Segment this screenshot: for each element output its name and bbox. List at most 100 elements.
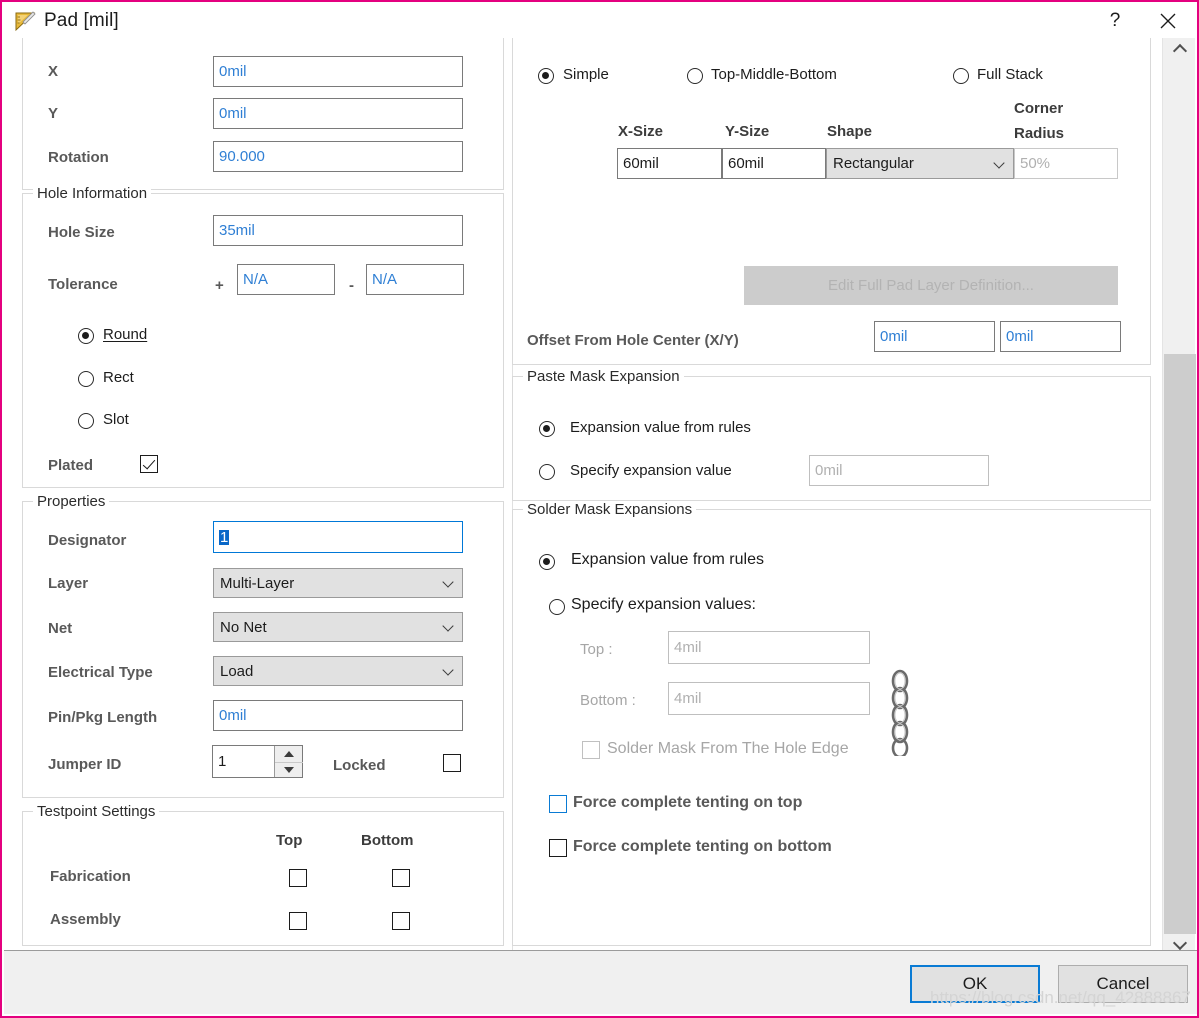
column-header-x-size: X-Size (618, 123, 664, 140)
size-mode-label-full-stack: Full Stack (977, 66, 1043, 83)
pin-pkg-length-label: Pin/Pkg Length (48, 709, 158, 726)
ruler-triangle-icon (14, 10, 36, 32)
testpoint-settings-legend: Testpoint Settings (33, 803, 160, 820)
jumper-id-decrement-button[interactable] (275, 761, 303, 778)
solder-mask-top-value: 4mil (674, 639, 702, 656)
designator-value: 1 (219, 528, 230, 546)
size-mode-radio-simple[interactable] (538, 68, 554, 84)
solder-mask-top-input[interactable]: 4mil (668, 631, 870, 664)
paste-mask-radio-specify[interactable] (539, 464, 555, 480)
size-and-shape-group: Size and Shape (512, 38, 1151, 365)
hole-shape-radio-rect[interactable] (78, 371, 94, 387)
testpoint-assembly-bottom-checkbox[interactable] (392, 912, 410, 930)
scroll-up-button[interactable] (1163, 38, 1196, 60)
column-header-y-size: Y-Size (725, 123, 770, 140)
shape-select[interactable]: Rectangular (826, 148, 1014, 179)
testpoint-assembly-top-checkbox[interactable] (289, 912, 307, 930)
hole-shape-radio-slot[interactable] (78, 413, 94, 429)
testpoint-fabrication-bottom-checkbox[interactable] (392, 869, 410, 887)
scroll-pane: Location X 0mil Y 0mil Rotation 90.000 H… (4, 38, 1164, 954)
rotation-input[interactable]: 90.000 (213, 141, 463, 172)
solder-mask-from-hole-edge-checkbox[interactable] (582, 741, 600, 759)
net-select[interactable]: No Net (213, 612, 463, 642)
chevron-down-icon (444, 578, 453, 587)
paste-mask-expansion-input[interactable]: 0mil (809, 455, 989, 486)
solder-mask-label-from-rules: Expansion value from rules (571, 551, 764, 568)
hole-shape-label-round: Round (103, 326, 148, 343)
edit-full-pad-layer-definition-label: Edit Full Pad Layer Definition... (828, 277, 1034, 294)
y-size-input[interactable]: 60mil (722, 148, 826, 179)
chevron-down-icon (444, 622, 453, 631)
paste-mask-radio-from-rules[interactable] (539, 421, 555, 437)
offset-x-value: 0mil (880, 328, 908, 345)
jumper-id-value: 1 (218, 753, 227, 770)
y-input[interactable]: 0mil (213, 98, 463, 129)
testpoint-row-label-fabrication: Fabrication (50, 868, 131, 885)
force-tenting-bottom-checkbox[interactable] (549, 839, 567, 857)
designator-input[interactable]: 1 (213, 521, 463, 553)
testpoint-column-top: Top (276, 832, 303, 849)
electrical-type-select[interactable]: Load (213, 656, 463, 686)
vertical-scrollbar[interactable] (1162, 38, 1196, 954)
electrical-type-label: Electrical Type (48, 664, 153, 681)
testpoint-fabrication-top-checkbox[interactable] (289, 869, 307, 887)
testpoint-column-bottom: Bottom (361, 832, 414, 849)
column-header-corner-radius-line1: Corner (1014, 100, 1064, 117)
x-input-value: 0mil (219, 63, 247, 80)
solder-mask-from-hole-edge-label: Solder Mask From The Hole Edge (607, 740, 849, 757)
x-label: X (48, 63, 59, 80)
edit-full-pad-layer-definition-button[interactable]: Edit Full Pad Layer Definition... (744, 266, 1118, 305)
hole-size-label: Hole Size (48, 224, 115, 241)
net-value: No Net (220, 618, 267, 636)
chain-link-icon[interactable] (882, 668, 918, 759)
hole-information-legend: Hole Information (33, 185, 152, 202)
hole-shape-radio-round[interactable] (78, 328, 94, 344)
force-tenting-top-checkbox[interactable] (549, 795, 567, 813)
column-header-corner-radius-line2: Radius (1014, 125, 1065, 142)
tolerance-plus-sign: + (215, 277, 224, 294)
solder-mask-expansions-legend: Solder Mask Expansions (523, 501, 697, 518)
tolerance-plus-input[interactable]: N/A (237, 264, 335, 295)
column-header-shape: Shape (827, 123, 873, 140)
chevron-down-icon (444, 666, 453, 675)
size-mode-radio-top-middle-bottom[interactable] (687, 68, 703, 84)
jumper-id-stepper[interactable]: 1 (212, 745, 303, 778)
testpoint-row-label-assembly: Assembly (50, 911, 121, 928)
y-label: Y (48, 105, 59, 122)
solder-mask-label-specify: Specify expansion values: (571, 596, 756, 613)
plated-label: Plated (48, 457, 94, 474)
help-icon[interactable]: ? (1092, 4, 1138, 38)
y-size-value: 60mil (728, 155, 764, 172)
close-icon[interactable] (1145, 4, 1191, 38)
tolerance-minus-input[interactable]: N/A (366, 264, 464, 295)
pin-pkg-length-value: 0mil (219, 707, 247, 724)
ok-button[interactable]: OK (910, 965, 1040, 1003)
layer-label: Layer (48, 575, 89, 592)
jumper-id-increment-button[interactable] (275, 746, 303, 762)
rotation-label: Rotation (48, 149, 109, 166)
offset-y-input[interactable]: 0mil (1000, 321, 1121, 352)
pad-properties-dialog: Pad [mil] ? Location X 0mil Y 0mil Rota (0, 0, 1199, 1018)
pin-pkg-length-input[interactable]: 0mil (213, 700, 463, 731)
solder-mask-bottom-input[interactable]: 4mil (668, 682, 870, 715)
chevron-down-icon (1174, 938, 1185, 949)
size-mode-radio-full-stack[interactable] (953, 68, 969, 84)
ok-button-label: OK (962, 974, 988, 993)
solder-mask-radio-specify[interactable] (549, 599, 565, 615)
x-size-input[interactable]: 60mil (617, 148, 722, 179)
scrollbar-thumb[interactable] (1164, 354, 1196, 934)
plated-checkbox[interactable] (140, 455, 158, 473)
offset-from-hole-center-label: Offset From Hole Center (X/Y) (527, 332, 739, 349)
dialog-content: Location X 0mil Y 0mil Rotation 90.000 H… (4, 38, 1197, 954)
offset-x-input[interactable]: 0mil (874, 321, 995, 352)
rotation-input-value: 90.000 (219, 148, 265, 165)
cancel-button[interactable]: Cancel (1058, 965, 1188, 1003)
locked-checkbox[interactable] (443, 754, 461, 772)
paste-mask-label-from-rules: Expansion value from rules (570, 419, 751, 436)
hole-size-input[interactable]: 35mil (213, 215, 463, 246)
solder-mask-radio-from-rules[interactable] (539, 554, 555, 570)
properties-legend: Properties (33, 493, 110, 510)
corner-radius-input[interactable]: 50% (1014, 148, 1118, 179)
x-input[interactable]: 0mil (213, 56, 463, 87)
layer-select[interactable]: Multi-Layer (213, 568, 463, 598)
